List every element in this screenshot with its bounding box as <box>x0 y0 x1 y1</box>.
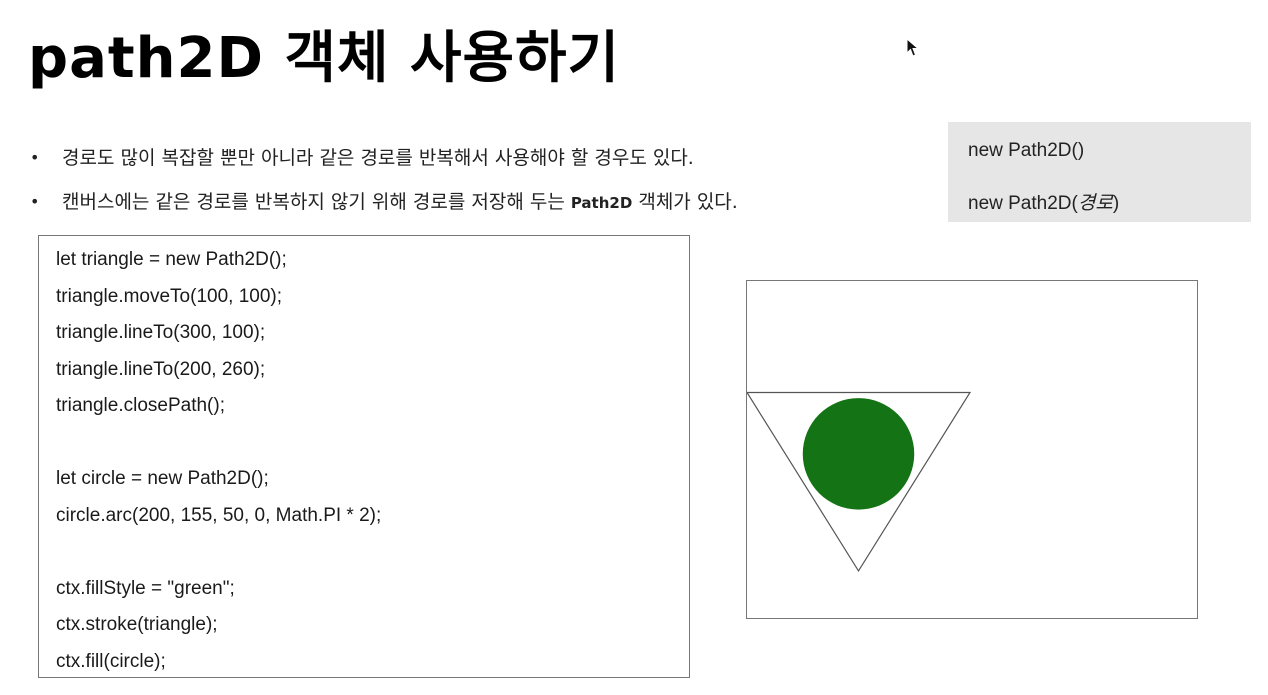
bullet-text-bold: Path2D <box>570 194 633 212</box>
bullet-text: 경로도 많이 복잡할 뿐만 아니라 같은 경로를 반복해서 사용해야 할 경우도… <box>62 147 694 169</box>
code-line: triangle.lineTo(200, 260); <box>56 358 266 380</box>
canvas-preview <box>746 280 1198 619</box>
bullet-marker: • <box>30 192 40 211</box>
syntax-line-2-suffix: ) <box>1112 193 1120 214</box>
code-line: ctx.fillStyle = "green"; <box>56 577 235 599</box>
syntax-line-2-arg: 경로 <box>1077 193 1113 214</box>
code-line: triangle.moveTo(100, 100); <box>56 285 283 307</box>
code-line: ctx.fill(circle); <box>56 650 166 672</box>
syntax-line-2: new Path2D(경로) <box>968 188 1119 215</box>
code-line: triangle.closePath(); <box>56 395 225 416</box>
bullet-text-after: 객체가 있다. <box>632 191 738 213</box>
circle-path <box>802 398 915 510</box>
syntax-line-2-prefix: new Path2D( <box>968 193 1078 214</box>
canvas-drawing <box>747 391 972 573</box>
syntax-line-1: new Path2D() <box>968 140 1085 161</box>
slide-title: path2D 객체 사용하기 <box>28 26 621 91</box>
code-block: let triangle = new Path2D(); triangle.mo… <box>38 235 690 678</box>
syntax-box: new Path2D() new Path2D(경로) <box>948 122 1251 222</box>
code-line: ctx.stroke(triangle); <box>56 614 218 635</box>
code-line: circle.arc(200, 155, 50, 0, Math.PI * 2)… <box>56 504 382 526</box>
bullet-text-before: 캔버스에는 같은 경로를 반복하지 않기 위해 경로를 저장해 두는 <box>62 191 571 213</box>
bullet-item-1: • 경로도 많이 복잡할 뿐만 아니라 같은 경로를 반복해서 사용해야 할 경… <box>30 140 738 184</box>
code-line: let circle = new Path2D(); <box>56 468 269 489</box>
bullet-item-2: • 캔버스에는 같은 경로를 반복하지 않기 위해 경로를 저장해 두는 Pat… <box>30 184 738 228</box>
arrow-cursor-icon <box>906 38 920 57</box>
code-line: triangle.lineTo(300, 100); <box>56 322 266 343</box>
bullet-marker: • <box>30 148 40 167</box>
code-line: let triangle = new Path2D(); <box>56 249 287 270</box>
bullet-list: • 경로도 많이 복잡할 뿐만 아니라 같은 경로를 반복해서 사용해야 할 경… <box>30 140 738 228</box>
